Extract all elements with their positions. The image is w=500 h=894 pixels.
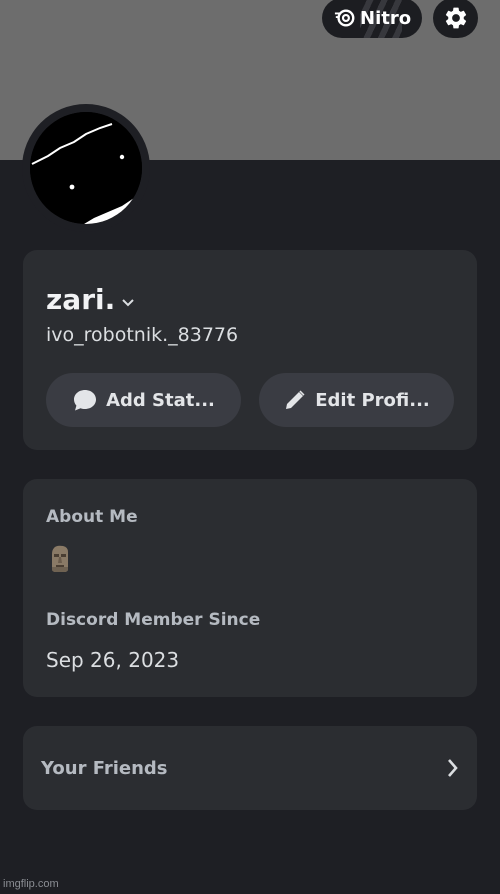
edit-profile-button[interactable]: Edit Profi...	[259, 373, 454, 427]
member-since-date: Sep 26, 2023	[46, 648, 180, 672]
avatar-image	[30, 112, 142, 224]
chevron-right-icon	[448, 759, 458, 777]
display-name-dropdown[interactable]: zari.	[46, 283, 135, 316]
nitro-wheel-icon	[334, 9, 355, 27]
speech-bubble-icon	[74, 390, 97, 411]
gear-icon	[445, 7, 466, 29]
moai-emoji-icon	[52, 545, 68, 572]
add-status-button[interactable]: Add Stat...	[46, 373, 241, 427]
edit-profile-label: Edit Profi...	[315, 389, 430, 411]
add-status-label: Add Stat...	[106, 389, 215, 411]
username: ivo_robotnik._83776	[46, 324, 239, 346]
chevron-down-icon	[122, 298, 134, 306]
display-name: zari.	[46, 283, 116, 316]
imgflip-watermark: imgflip.com	[3, 878, 59, 890]
avatar[interactable]	[22, 104, 150, 232]
profile-card: zari. ivo_robotnik._83776 Add Stat... Ed…	[23, 250, 477, 450]
pencil-icon	[286, 390, 305, 409]
nitro-button[interactable]: Nitro	[322, 0, 422, 38]
about-me-heading: About Me	[46, 507, 138, 527]
avatar-drawing	[30, 112, 142, 224]
your-friends-row[interactable]: Your Friends	[23, 726, 477, 810]
member-since-label: Discord Member Since	[46, 610, 261, 630]
settings-button[interactable]	[433, 0, 478, 38]
nitro-label: Nitro	[360, 7, 412, 29]
your-friends-label: Your Friends	[41, 758, 168, 779]
about-card: About Me Discord Member Since Sep 26, 20…	[23, 479, 477, 697]
